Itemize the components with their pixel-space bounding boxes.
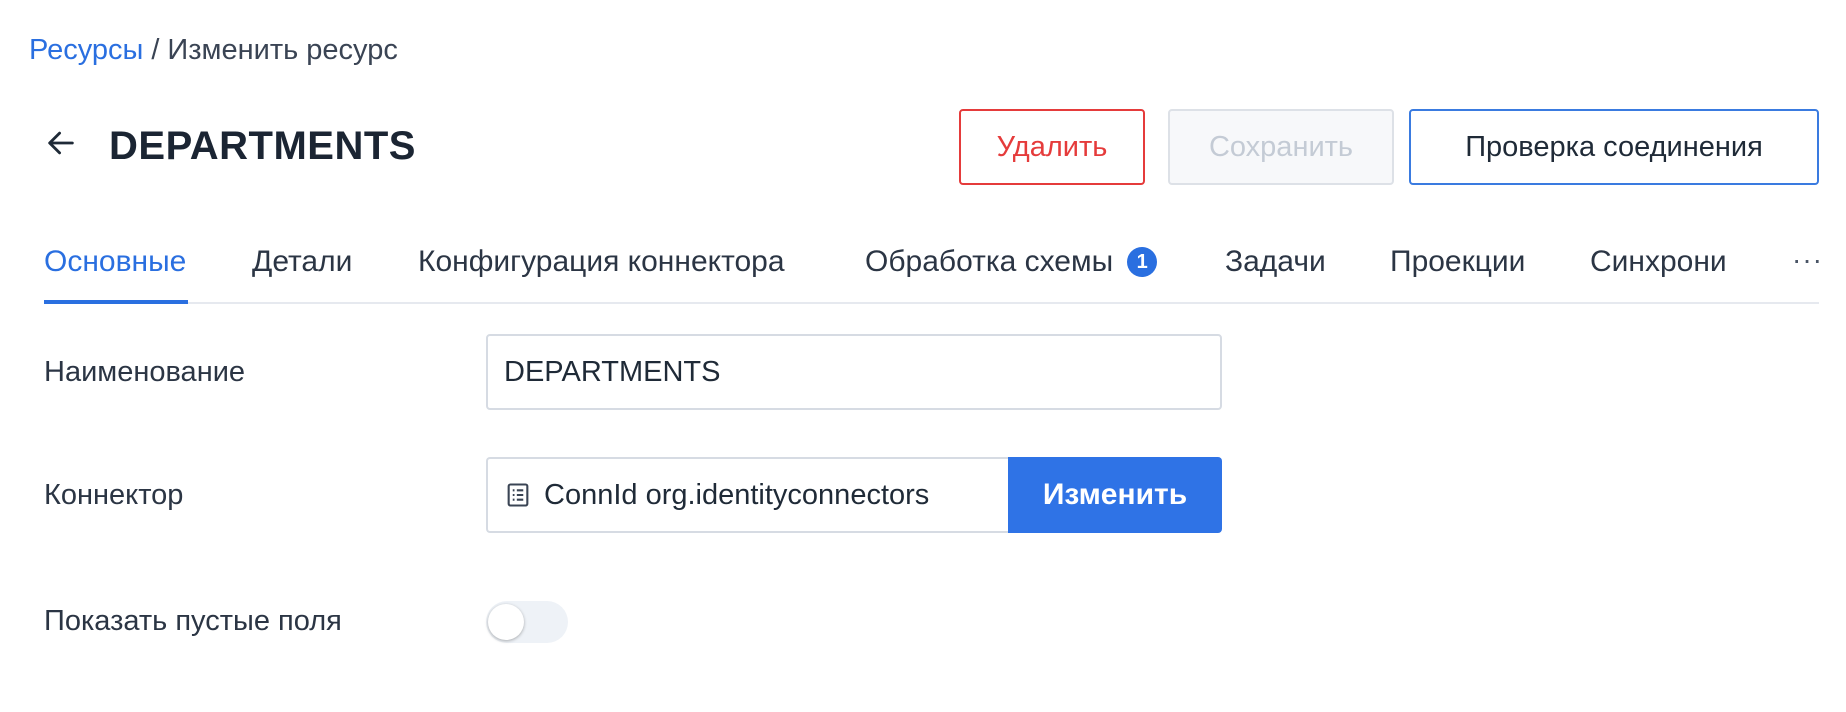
connector-label: Коннектор	[44, 479, 184, 511]
tab-label: Основные	[44, 245, 187, 278]
change-connector-button[interactable]: Изменить	[1008, 457, 1222, 533]
toggle-knob	[488, 604, 524, 640]
check-connection-button[interactable]: Проверка соединения	[1409, 109, 1819, 185]
more-tabs-button[interactable]: ···	[1792, 242, 1823, 278]
tab-label: Задачи	[1225, 245, 1326, 278]
tab-label: Конфигурация коннектора	[418, 245, 785, 278]
tab-label: Проекции	[1390, 245, 1526, 278]
resource-edit-page: Ресурсы / Изменить ресурс DEPARTMENTS Удал…	[0, 0, 1846, 712]
connector-field: ConnId org.identityconnectors	[486, 457, 1008, 533]
breadcrumb-current: Изменить ресурс	[167, 34, 398, 66]
delete-button[interactable]: Удалить	[959, 109, 1145, 185]
breadcrumb-separator: /	[151, 34, 160, 66]
list-document-icon	[507, 483, 529, 507]
name-label: Наименование	[44, 356, 246, 388]
active-tab-indicator	[44, 300, 188, 304]
tab-label: Синхрони	[1590, 245, 1727, 278]
page-title: DEPARTMENTS	[109, 124, 416, 168]
tab-details[interactable]: Детали	[252, 242, 352, 282]
show-empty-fields-label: Показать пустые поля	[44, 605, 342, 637]
tab-projections[interactable]: Проекции	[1390, 242, 1525, 282]
arrow-left-icon[interactable]	[44, 126, 78, 160]
breadcrumb: Ресурсы / Изменить ресурс	[29, 30, 398, 70]
tab-connector-config[interactable]: Конфигурация коннектора	[418, 242, 785, 282]
tab-badge: 1	[1127, 247, 1158, 277]
tab-label: Детали	[252, 245, 353, 278]
tab-schema-handling[interactable]: Обработка схемы 1	[865, 242, 1158, 282]
save-button[interactable]: Сохранить	[1168, 109, 1394, 185]
tab-bar: Основные Детали Конфигурация коннектора …	[44, 222, 1824, 304]
show-empty-fields-toggle[interactable]	[486, 601, 568, 643]
connector-value: ConnId org.identityconnectors	[544, 478, 930, 511]
tab-label: Обработка схемы	[865, 245, 1114, 278]
breadcrumb-link-resources[interactable]: Ресурсы	[29, 34, 143, 66]
tab-tasks[interactable]: Задачи	[1225, 242, 1326, 282]
tab-main[interactable]: Основные	[44, 242, 186, 282]
name-input[interactable]	[486, 334, 1222, 410]
